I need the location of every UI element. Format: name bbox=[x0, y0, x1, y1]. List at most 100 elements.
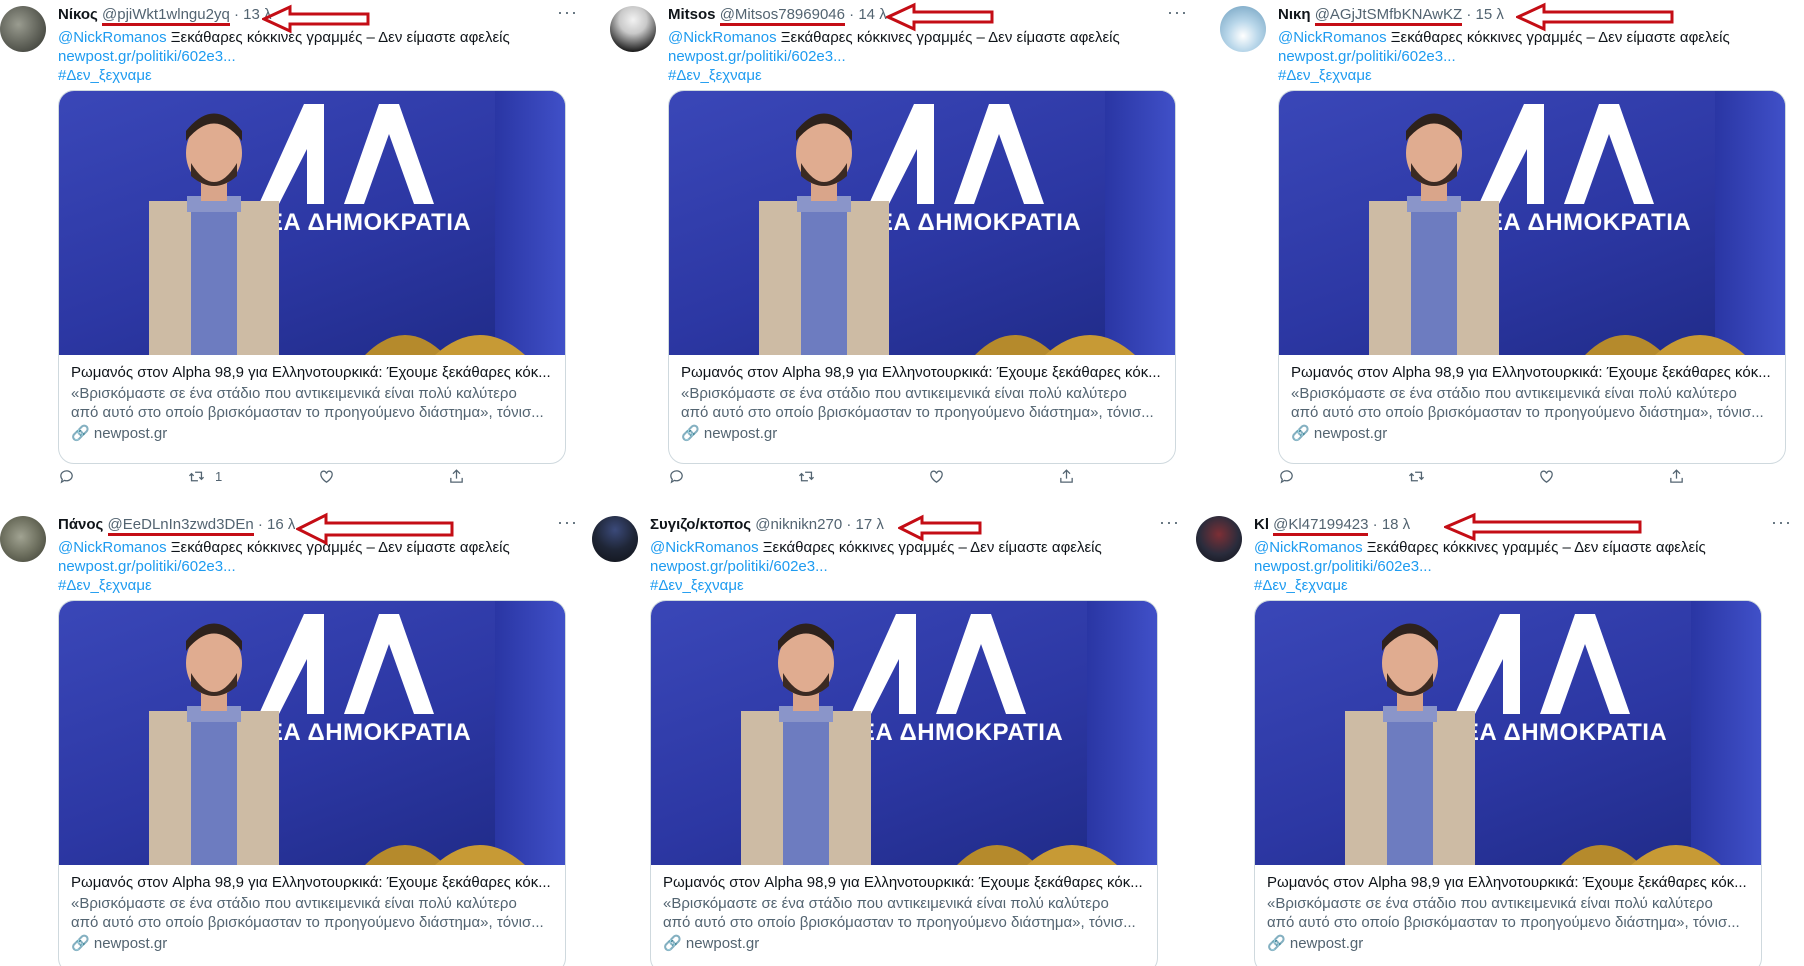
hashtag-link[interactable]: #Δεν_ξεχναμε bbox=[668, 66, 1190, 85]
timestamp[interactable]: 18 λ bbox=[1382, 516, 1410, 533]
red-arrow-icon bbox=[296, 512, 454, 546]
display-name[interactable]: Πάνος bbox=[58, 516, 103, 533]
share-button[interactable] bbox=[1668, 468, 1685, 485]
link-preview-card[interactable]: ΝΕΑ ΔΗΜΟΚΡΑΤΙΑ Ρωμανός στον Alpha 98,9 γ… bbox=[58, 90, 566, 464]
hashtag-link[interactable]: #Δεν_ξεχναμε bbox=[650, 576, 1182, 595]
display-name[interactable]: Mitsos bbox=[668, 6, 716, 23]
tweet-text: @NickRomanos Ξεκάθαρες κόκκινες γραμμές … bbox=[58, 538, 580, 595]
url-link[interactable]: newpost.gr/politiki/602e3... bbox=[650, 557, 1182, 576]
preview-image: ΝΕΑ ΔΗΜΟΚΡΑΤΙΑ bbox=[669, 91, 1175, 355]
avatar[interactable] bbox=[1220, 6, 1266, 52]
avatar[interactable] bbox=[0, 516, 46, 562]
url-link[interactable]: newpost.gr/politiki/602e3... bbox=[668, 47, 1190, 66]
timestamp[interactable]: 14 λ bbox=[858, 6, 886, 23]
retweet-button[interactable]: 1 bbox=[188, 468, 222, 485]
card-description: «Βρισκόμαστε σε ένα στάδιο που αντικειμε… bbox=[1267, 895, 1740, 931]
tweet[interactable]: Συγιζο/κτοπος @niknikn270 · 17 λ ··· @Ni… bbox=[592, 510, 1192, 966]
mention-link[interactable]: @NickRomanos bbox=[1254, 539, 1363, 556]
card-description: «Βρισκόμαστε σε ένα στάδιο που αντικειμε… bbox=[663, 895, 1136, 931]
retweet-icon bbox=[188, 471, 205, 482]
card-domain: 🔗 newpost.gr bbox=[71, 935, 168, 952]
red-arrow-icon bbox=[262, 4, 370, 34]
url-link[interactable]: newpost.gr/politiki/602e3... bbox=[58, 47, 580, 66]
tweet-text: @NickRomanos Ξεκάθαρες κόκκινες γραμμές … bbox=[58, 28, 580, 85]
retweet-button[interactable] bbox=[798, 468, 825, 485]
user-handle[interactable]: @niknikn270 bbox=[755, 516, 842, 533]
user-handle[interactable]: @EeDLnIn3zwd3DEn bbox=[107, 516, 254, 536]
card-title[interactable]: Ρωμανός στον Alpha 98,9 για Ελληνοτουρκι… bbox=[1267, 873, 1749, 892]
more-options-icon[interactable]: ··· bbox=[557, 512, 578, 533]
speaker-figure bbox=[1369, 113, 1499, 355]
card-title[interactable]: Ρωμανός στον Alpha 98,9 για Ελληνοτουρκι… bbox=[681, 363, 1163, 382]
tweet-text: @NickRomanos Ξεκάθαρες κόκκινες γραμμές … bbox=[1278, 28, 1794, 85]
tweet[interactable]: Mitsos @Mitsos78969046 · 14 λ ··· @NickR… bbox=[610, 0, 1200, 500]
retweet-button[interactable] bbox=[1408, 468, 1435, 485]
hashtag-link[interactable]: #Δεν_ξεχναμε bbox=[1278, 66, 1794, 85]
chairs-decoration bbox=[365, 845, 525, 865]
url-link[interactable]: newpost.gr/politiki/602e3... bbox=[1254, 557, 1794, 576]
share-icon bbox=[1670, 469, 1683, 483]
link-preview-card[interactable]: ΝΕΑ ΔΗΜΟΚΡΑΤΙΑ Ρωμανός στον Alpha 98,9 γ… bbox=[58, 600, 566, 966]
tweet[interactable]: Πάνος @EeDLnIn3zwd3DEn · 16 λ ··· @NickR… bbox=[0, 510, 590, 966]
preview-image: ΝΕΑ ΔΗΜΟΚΡΑΤΙΑ bbox=[1279, 91, 1785, 355]
display-name[interactable]: Νικη bbox=[1278, 6, 1311, 23]
reply-icon bbox=[670, 470, 683, 484]
card-title[interactable]: Ρωμανός στον Alpha 98,9 για Ελληνοτουρκι… bbox=[71, 363, 553, 382]
mention-link[interactable]: @NickRomanos bbox=[58, 539, 167, 556]
more-options-icon[interactable]: ··· bbox=[557, 2, 578, 23]
hashtag-link[interactable]: #Δεν_ξεχναμε bbox=[58, 576, 580, 595]
avatar[interactable] bbox=[592, 516, 638, 562]
timestamp[interactable]: 15 λ bbox=[1476, 6, 1504, 23]
display-name[interactable]: Kl bbox=[1254, 516, 1269, 533]
share-button[interactable] bbox=[448, 468, 465, 485]
action-bar bbox=[668, 468, 1088, 490]
hashtag-link[interactable]: #Δεν_ξεχναμε bbox=[58, 66, 580, 85]
more-options-icon[interactable]: ··· bbox=[1771, 512, 1792, 533]
avatar[interactable] bbox=[610, 6, 656, 52]
like-button[interactable] bbox=[1538, 468, 1555, 485]
mention-link[interactable]: @NickRomanos bbox=[58, 29, 167, 46]
like-button[interactable] bbox=[318, 468, 335, 485]
hashtag-link[interactable]: #Δεν_ξεχναμε bbox=[1254, 576, 1794, 595]
card-title[interactable]: Ρωμανός στον Alpha 98,9 για Ελληνοτουρκι… bbox=[71, 873, 553, 892]
reply-button[interactable] bbox=[668, 468, 685, 485]
card-description: «Βρισκόμαστε σε ένα στάδιο που αντικειμε… bbox=[1291, 385, 1764, 421]
url-link[interactable]: newpost.gr/politiki/602e3... bbox=[1278, 47, 1794, 66]
user-handle[interactable]: @pjiWkt1wlngu2yq bbox=[102, 6, 230, 26]
timestamp[interactable]: 16 λ bbox=[267, 516, 295, 533]
card-description: «Βρισκόμαστε σε ένα στάδιο που αντικειμε… bbox=[681, 385, 1154, 421]
reply-button[interactable] bbox=[58, 468, 75, 485]
avatar[interactable] bbox=[1196, 516, 1242, 562]
mention-link[interactable]: @NickRomanos bbox=[1278, 29, 1387, 46]
timestamp[interactable]: 17 λ bbox=[856, 516, 884, 533]
reply-button[interactable] bbox=[1278, 468, 1295, 485]
share-button[interactable] bbox=[1058, 468, 1075, 485]
user-handle[interactable]: @AGjJtSMfbKNAwKZ bbox=[1314, 6, 1463, 26]
card-title[interactable]: Ρωμανός στον Alpha 98,9 για Ελληνοτουρκι… bbox=[663, 873, 1145, 892]
more-options-icon[interactable]: ··· bbox=[1167, 2, 1188, 23]
mention-link[interactable]: @NickRomanos bbox=[650, 539, 759, 556]
like-button[interactable] bbox=[928, 468, 945, 485]
avatar[interactable] bbox=[0, 6, 46, 52]
link-icon: 🔗 bbox=[1267, 935, 1286, 952]
tweet[interactable]: Νικη @AGjJtSMfbKNAwKZ · 15 λ @NickRomano… bbox=[1220, 0, 1804, 500]
link-preview-card[interactable]: ΝΕΑ ΔΗΜΟΚΡΑΤΙΑ Ρωμανός στον Alpha 98,9 γ… bbox=[668, 90, 1176, 464]
user-handle[interactable]: @Kl47199423 bbox=[1273, 516, 1369, 536]
display-name[interactable]: Συγιζο/κτοπος bbox=[650, 516, 751, 533]
link-preview-card[interactable]: ΝΕΑ ΔΗΜΟΚΡΑΤΙΑ Ρωμανός στον Alpha 98,9 γ… bbox=[650, 600, 1158, 966]
user-handle[interactable]: @Mitsos78969046 bbox=[719, 6, 845, 26]
speaker-figure bbox=[759, 113, 889, 355]
card-title[interactable]: Ρωμανός στον Alpha 98,9 για Ελληνοτουρκι… bbox=[1291, 363, 1773, 382]
link-preview-card[interactable]: ΝΕΑ ΔΗΜΟΚΡΑΤΙΑ Ρωμανός στον Alpha 98,9 γ… bbox=[1278, 90, 1786, 464]
link-preview-card[interactable]: ΝΕΑ ΔΗΜΟΚΡΑΤΙΑ Ρωμανός στον Alpha 98,9 γ… bbox=[1254, 600, 1762, 966]
card-domain: 🔗 newpost.gr bbox=[1291, 425, 1388, 442]
more-options-icon[interactable]: ··· bbox=[1159, 512, 1180, 533]
display-name[interactable]: Νίκος bbox=[58, 6, 98, 23]
share-icon bbox=[450, 469, 463, 483]
tweet[interactable]: Kl @Kl47199423 · 18 λ ··· @NickRomanos Ξ… bbox=[1196, 510, 1804, 966]
url-link[interactable]: newpost.gr/politiki/602e3... bbox=[58, 557, 580, 576]
reply-icon bbox=[60, 470, 73, 484]
tweet[interactable]: Νίκος @pjiWkt1wlngu2yq · 13 λ ··· @NickR… bbox=[0, 0, 590, 500]
mention-link[interactable]: @NickRomanos bbox=[668, 29, 777, 46]
chairs-decoration bbox=[975, 335, 1135, 355]
